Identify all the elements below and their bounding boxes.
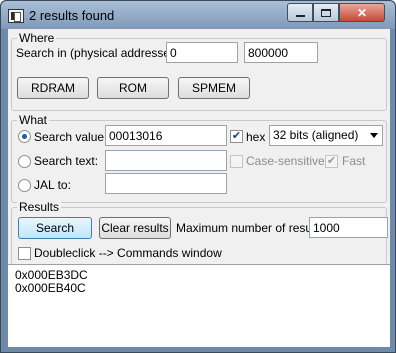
case-sensitive-label: Case-sensitive bbox=[246, 154, 325, 168]
maximize-button[interactable] bbox=[313, 3, 339, 22]
doubleclick-checkbox[interactable] bbox=[18, 247, 31, 260]
start-address-input[interactable] bbox=[166, 42, 238, 63]
hex-checkbox[interactable]: ✔ bbox=[230, 130, 243, 143]
app-icon bbox=[8, 9, 24, 23]
fast-checkbox[interactable]: ✔ bbox=[325, 155, 338, 168]
spmem-button[interactable]: SPMEM bbox=[178, 77, 250, 99]
value-size-selected: 32 bits (aligned) bbox=[273, 128, 359, 142]
rdram-button[interactable]: RDRAM bbox=[17, 77, 89, 99]
where-group-label: Where bbox=[17, 31, 57, 45]
what-group: What Search value: ✔ hex 32 bits (aligne… bbox=[11, 113, 387, 203]
minimize-button[interactable] bbox=[287, 3, 313, 22]
search-text-input[interactable] bbox=[105, 150, 227, 171]
window-title: 2 results found bbox=[29, 8, 115, 23]
max-results-input[interactable] bbox=[309, 217, 388, 238]
results-group: Results Search Clear results Maximum num… bbox=[11, 200, 388, 265]
search-in-label: Search in (physical addresses): bbox=[16, 46, 184, 60]
where-group: Where Search in (physical addresses): RD… bbox=[11, 31, 387, 111]
search-window: 2 results found ✕ Where Search in (physi… bbox=[0, 0, 396, 353]
jal-input[interactable] bbox=[105, 173, 227, 194]
case-sensitive-checkbox[interactable] bbox=[230, 155, 243, 168]
minimize-icon bbox=[295, 14, 305, 17]
list-item[interactable]: 0x000EB40C bbox=[15, 281, 86, 295]
jal-radio[interactable] bbox=[18, 179, 31, 192]
search-button[interactable]: Search bbox=[18, 217, 92, 239]
search-value-label: Search value: bbox=[34, 130, 108, 144]
fast-label: Fast bbox=[342, 154, 366, 168]
max-results-label: Maximum number of results: bbox=[176, 221, 328, 235]
close-button[interactable]: ✕ bbox=[339, 3, 385, 22]
results-list[interactable]: 0x000EB3DC 0x000EB40C bbox=[8, 264, 390, 347]
title-bar[interactable]: 2 results found ✕ bbox=[1, 1, 395, 29]
list-item[interactable]: 0x000EB3DC bbox=[15, 268, 88, 282]
dialog-client-area: Where Search in (physical addresses): RD… bbox=[8, 29, 390, 347]
search-value-radio[interactable] bbox=[18, 130, 31, 143]
value-size-dropdown[interactable]: 32 bits (aligned) bbox=[269, 125, 383, 146]
doubleclick-label: Doubleclick --> Commands window bbox=[34, 246, 222, 260]
maximize-icon bbox=[321, 8, 331, 17]
chevron-down-icon bbox=[370, 133, 378, 138]
what-group-label: What bbox=[17, 113, 50, 127]
results-group-label: Results bbox=[17, 200, 62, 214]
clear-results-button[interactable]: Clear results bbox=[99, 217, 171, 239]
rom-button[interactable]: ROM bbox=[97, 77, 169, 99]
close-icon: ✕ bbox=[356, 5, 368, 20]
hex-label: hex bbox=[246, 130, 266, 144]
search-value-input[interactable] bbox=[105, 125, 227, 146]
search-text-radio[interactable] bbox=[18, 155, 31, 168]
jal-label: JAL to: bbox=[34, 178, 71, 192]
search-text-label: Search text: bbox=[34, 154, 99, 168]
end-address-input[interactable] bbox=[244, 42, 318, 63]
